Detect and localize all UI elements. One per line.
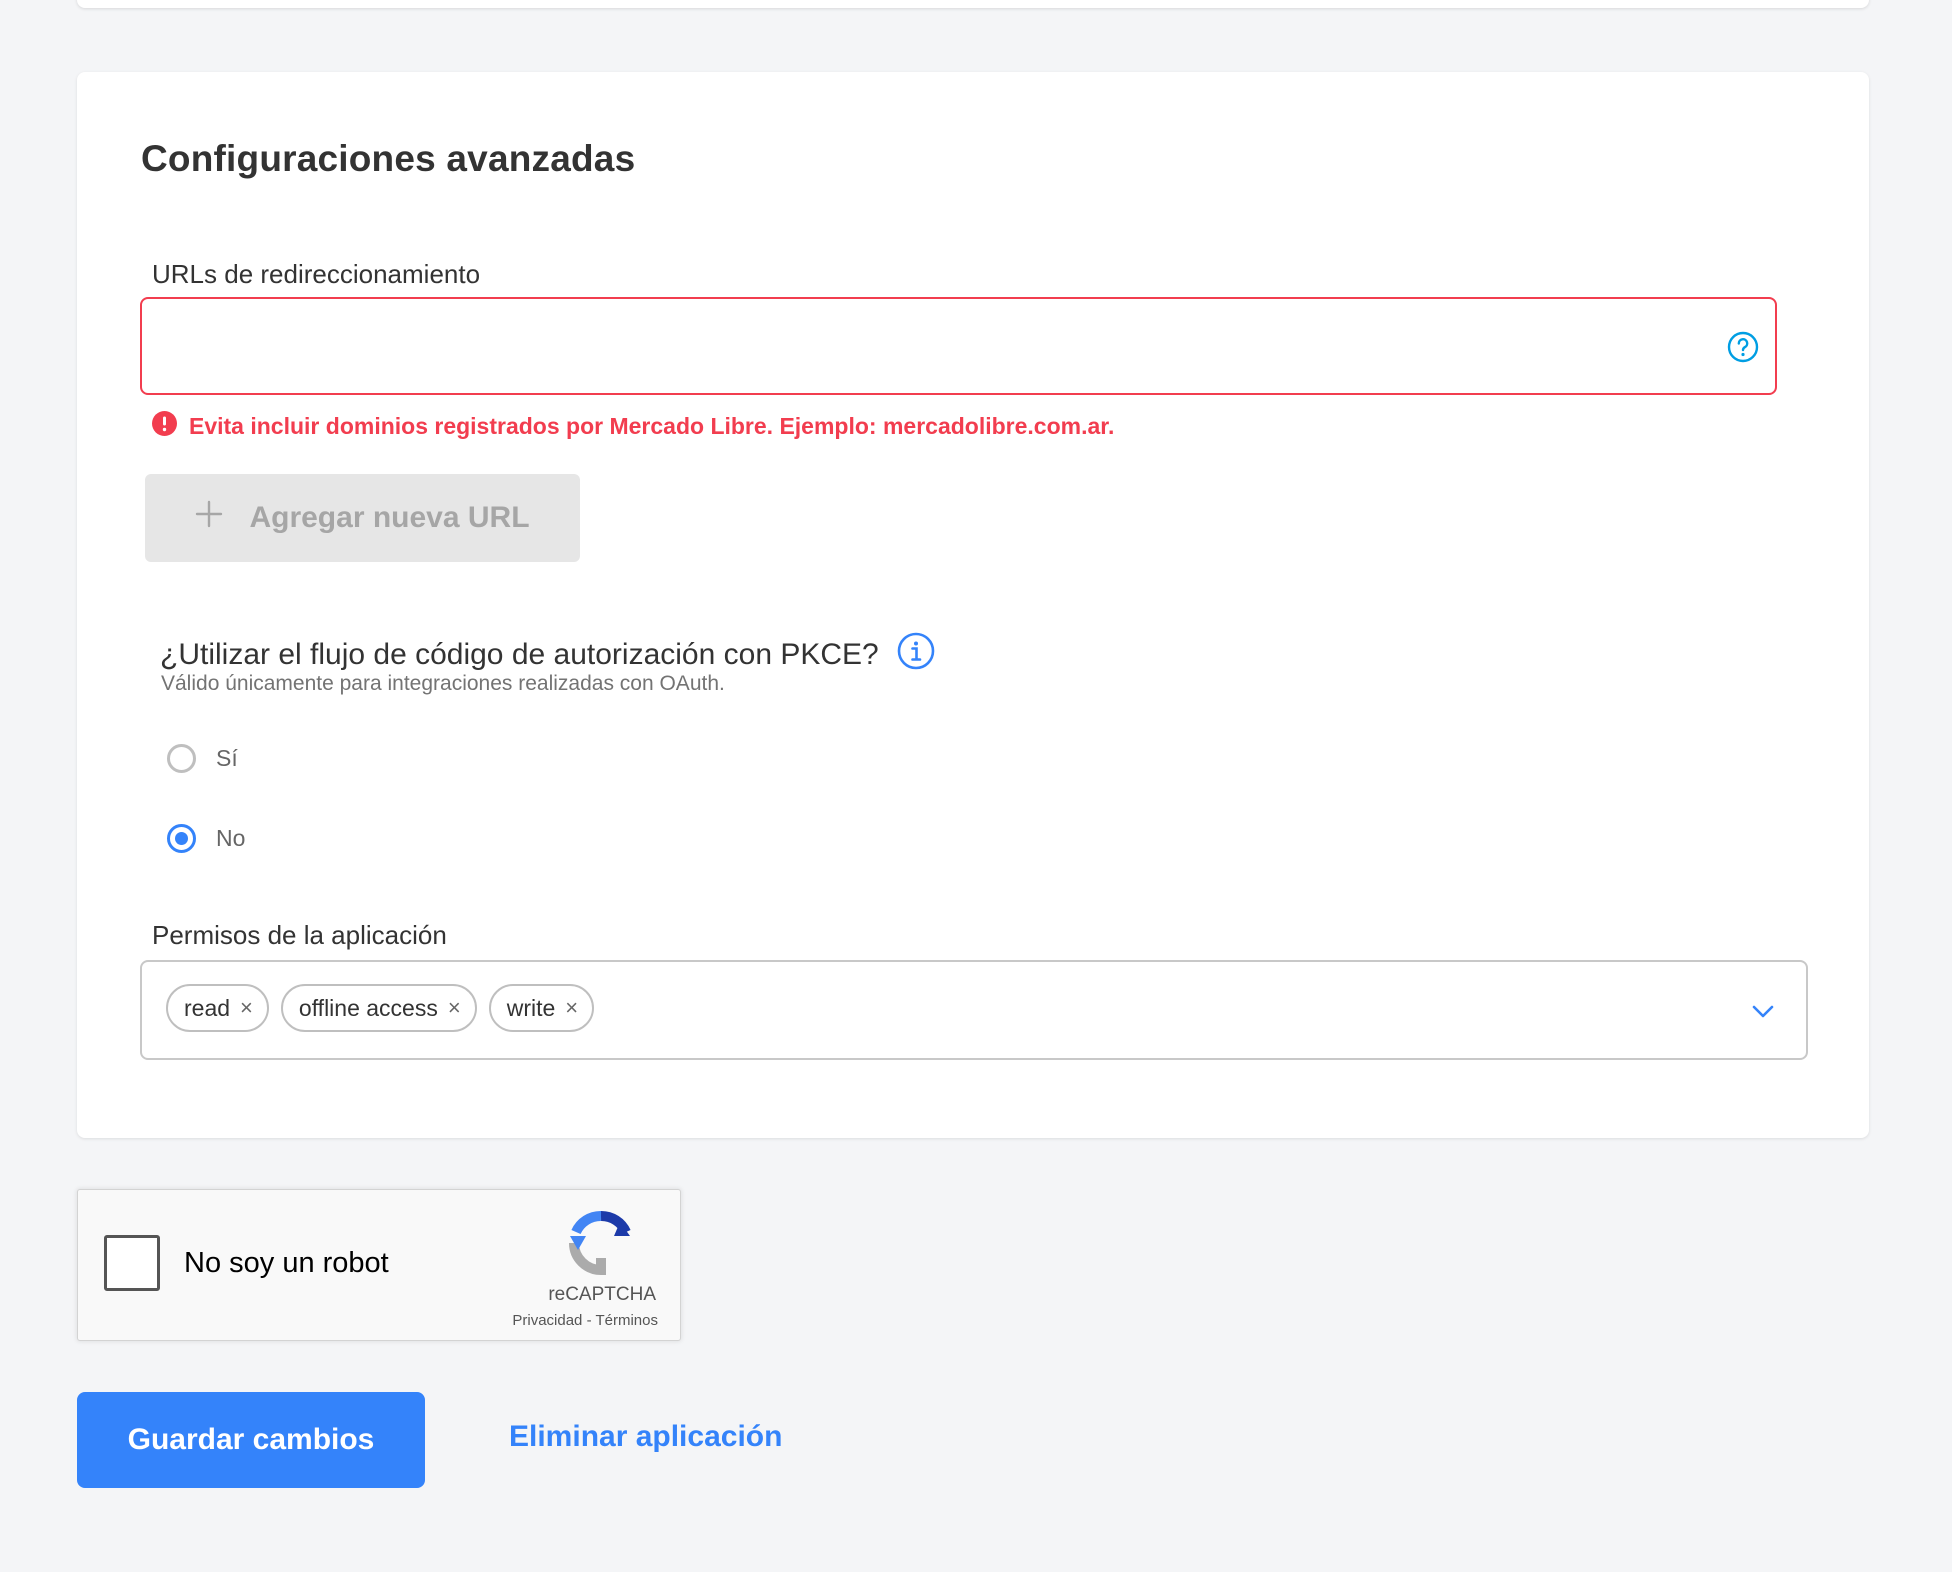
question-circle-icon[interactable] bbox=[1727, 331, 1759, 363]
recaptcha-widget: No soy un robot reCAPTCHA Privacidad - T… bbox=[77, 1189, 681, 1341]
radio-no[interactable] bbox=[167, 824, 196, 853]
radio-yes-label: Sí bbox=[216, 745, 238, 771]
chevron-down-icon[interactable] bbox=[1750, 998, 1776, 1024]
add-url-button[interactable]: Agregar nueva URL bbox=[145, 474, 580, 562]
redirect-url-input[interactable] bbox=[162, 299, 1692, 393]
chip-label: offline access bbox=[298, 994, 438, 1021]
recaptcha-logo-icon bbox=[568, 1210, 634, 1276]
remove-chip-icon[interactable]: × bbox=[565, 997, 578, 1019]
chip-label: write bbox=[506, 994, 556, 1021]
permissions-select[interactable]: read × offline access × write × bbox=[140, 960, 1808, 1060]
pkce-option-yes[interactable]: Sí bbox=[167, 744, 238, 773]
previous-card-edge bbox=[77, 0, 1869, 8]
permission-chip: read × bbox=[166, 984, 269, 1032]
radio-yes[interactable] bbox=[167, 744, 196, 773]
privacy-link[interactable]: Privacidad bbox=[512, 1312, 582, 1329]
section-title: Configuraciones avanzadas bbox=[141, 138, 636, 179]
recaptcha-label: No soy un robot bbox=[184, 1247, 389, 1279]
add-url-label: Agregar nueva URL bbox=[249, 501, 530, 534]
links-separator: - bbox=[586, 1312, 592, 1329]
pkce-option-no[interactable]: No bbox=[167, 824, 245, 853]
advanced-settings-card: Configuraciones avanzadas URLs de redire… bbox=[77, 72, 1869, 1138]
plus-icon bbox=[195, 500, 223, 536]
permissions-chips: read × offline access × write × bbox=[166, 984, 595, 1032]
permission-chip: offline access × bbox=[280, 984, 477, 1032]
save-changes-button[interactable]: Guardar cambios bbox=[77, 1392, 425, 1488]
permissions-label: Permisos de la aplicación bbox=[152, 920, 447, 950]
info-circle-icon[interactable] bbox=[897, 632, 935, 678]
recaptcha-links: Privacidad - Términos bbox=[512, 1312, 658, 1329]
error-icon bbox=[152, 410, 177, 442]
recaptcha-brand: reCAPTCHA bbox=[548, 1284, 656, 1305]
recaptcha-checkbox[interactable] bbox=[104, 1235, 160, 1291]
pkce-subtitle: Válido únicamente para integraciones rea… bbox=[161, 672, 725, 695]
error-message: Evita incluir dominios registrados por M… bbox=[189, 412, 1115, 439]
terms-link[interactable]: Términos bbox=[595, 1312, 658, 1329]
remove-chip-icon[interactable]: × bbox=[448, 997, 461, 1019]
redirect-url-field[interactable] bbox=[140, 297, 1777, 395]
remove-chip-icon[interactable]: × bbox=[240, 997, 253, 1019]
pkce-question: ¿Utilizar el flujo de código de autoriza… bbox=[160, 638, 879, 671]
chip-label: read bbox=[184, 994, 231, 1021]
redirect-urls-label: URLs de redireccionamiento bbox=[152, 259, 481, 289]
radio-no-label: No bbox=[216, 825, 246, 851]
permission-chip: write × bbox=[488, 984, 595, 1032]
redirect-url-error: Evita incluir dominios registrados por M… bbox=[152, 408, 1114, 444]
delete-application-link[interactable]: Eliminar aplicación bbox=[509, 1420, 782, 1454]
